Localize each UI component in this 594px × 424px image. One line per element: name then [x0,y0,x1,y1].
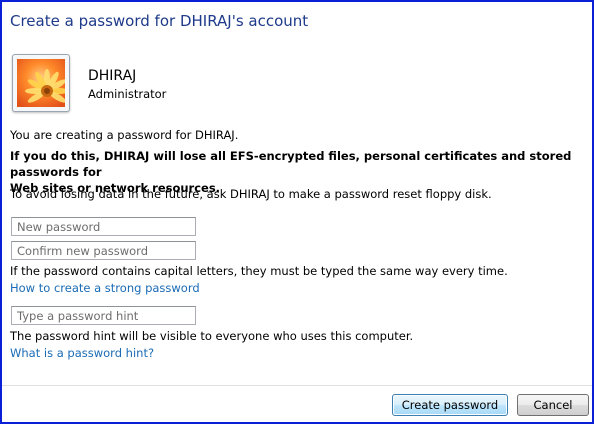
confirm-password-input[interactable] [11,241,196,260]
user-role: Administrator [88,87,167,101]
strong-password-link[interactable]: How to create a strong password [10,281,200,295]
dialog-window: Create a password for DHIRAJ's account D… [0,0,594,424]
page-title: Create a password for DHIRAJ's account [10,12,309,30]
warning-line-1: If you do this, DHIRAJ will lose all EFS… [10,149,572,179]
password-hint-input[interactable] [11,306,196,325]
create-password-button[interactable]: Create password [392,394,508,416]
flower-avatar-icon [12,54,70,112]
user-name: DHIRAJ [88,68,137,84]
intro-text: You are creating a password for DHIRAJ. [10,128,239,142]
password-hint-link[interactable]: What is a password hint? [10,346,154,360]
new-password-input[interactable] [11,217,196,236]
case-note-text: If the password contains capital letters… [10,264,508,278]
advice-text: To avoid losing data in the future, ask … [10,187,492,201]
footer-divider [2,385,592,386]
hint-note-text: The password hint will be visible to eve… [10,329,414,343]
cancel-button[interactable]: Cancel [517,394,589,416]
